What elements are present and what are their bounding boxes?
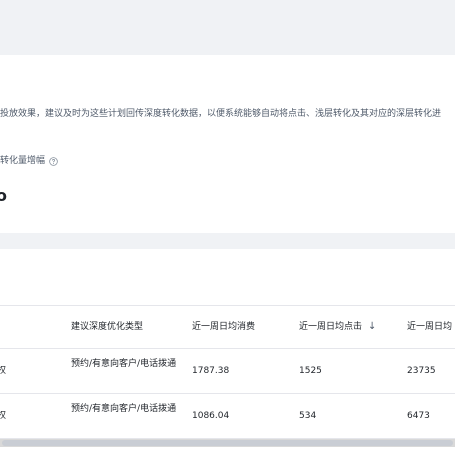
horizontal-scrollbar[interactable] (0, 439, 455, 447)
cell-weekly-clicks: 534 (299, 411, 317, 421)
summary-card (0, 55, 455, 233)
header-weekly-truncated: 近一周日均 (407, 322, 453, 332)
cell-weekly-spend: 1086.04 (192, 411, 230, 421)
arrow-down-icon[interactable]: ↓ (368, 320, 376, 334)
data-table: 建议深度优化类型 近一周日均消费 近一周日均点击 ↓ 近一周日均 权 预约/有意向… (0, 305, 455, 439)
header-optimization-type: 建议深度优化类型 (71, 322, 144, 332)
cell-optimization-type: 预约/有意向客户/电话拨通 (71, 359, 177, 369)
table-row[interactable]: 权 预约/有意向客户/电话拨通 1086.04 534 6473 (0, 394, 455, 439)
table-row[interactable]: 权 预约/有意向客户/电话拨通 1787.38 1525 23735 (0, 349, 455, 394)
section-gap (0, 233, 455, 249)
cell-lead: 权 (0, 411, 7, 421)
cell-optimization-type: 预约/有意向客户/电话拨通 (71, 404, 177, 414)
header-weekly-clicks-label: 近一周日均点击 (299, 322, 363, 332)
header-weekly-spend: 近一周日均消费 (192, 322, 256, 332)
cell-weekly-last: 6473 (407, 411, 430, 421)
cell-weekly-last: 23735 (407, 366, 436, 376)
metric-value: o (0, 186, 7, 205)
table-header-row: 建议深度优化类型 近一周日均消费 近一周日均点击 ↓ 近一周日均 (0, 306, 455, 349)
notice-text: 投放效果，建议及时为这些计划回传深度转化数据，以便系统能够自动将点击、浅层转化及… (0, 109, 442, 119)
metric-label-text: 转化量增幅 (0, 156, 46, 166)
cell-weekly-clicks: 1525 (299, 366, 322, 376)
header-weekly-clicks[interactable]: 近一周日均点击 ↓ (299, 320, 376, 334)
cell-lead: 权 (0, 366, 7, 376)
question-circle-icon[interactable] (49, 157, 58, 166)
scrollbar-thumb[interactable] (2, 440, 453, 446)
metric-label: 转化量增幅 (0, 155, 58, 168)
cell-weekly-spend: 1787.38 (192, 366, 230, 376)
top-band (0, 0, 455, 55)
